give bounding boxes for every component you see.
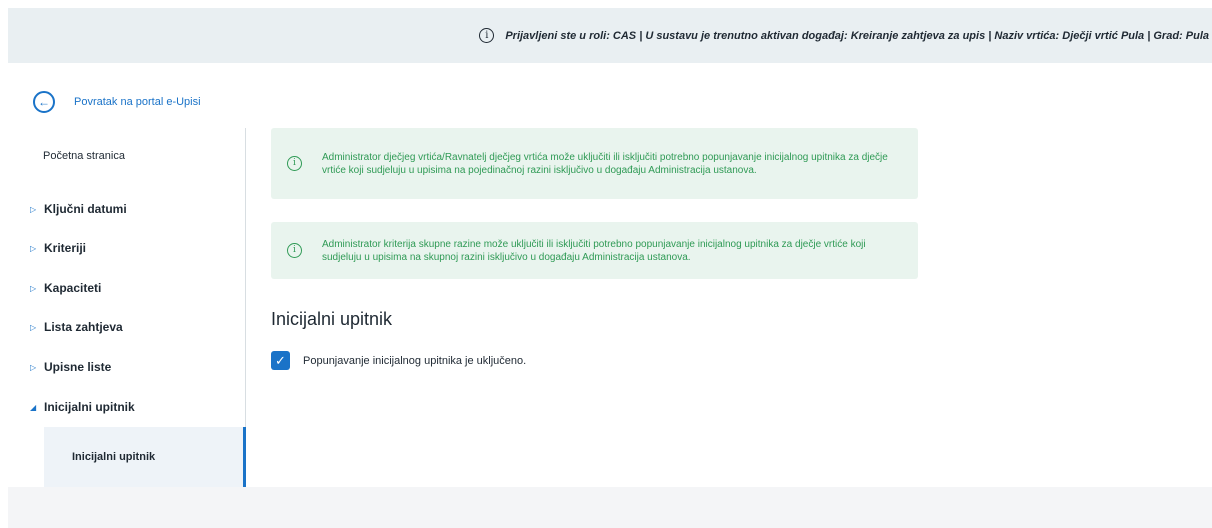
notice-text: Administrator dječjeg vrtića/Ravnatelj d… [322,151,888,176]
sidebar-subitem-initial-questionnaire[interactable]: Inicijalni upitnik [44,427,246,487]
info-notice-individual: i Administrator dječjeg vrtića/Ravnatelj… [271,128,918,199]
sidebar-item-key-dates[interactable]: ▷ Ključni datumi [8,202,244,216]
sidebar-nav: Početna stranica ▷ Ključni datumi ▷ Krit… [8,128,246,487]
footer [8,487,1212,528]
back-to-portal-link[interactable]: ← Povratak na portal e-Upisi [33,91,201,113]
sidebar-item-label[interactable]: Kapaciteti [44,281,101,295]
sidebar-item-label[interactable]: Kriteriji [44,241,86,255]
caret-down-icon: ◢ [30,402,37,412]
caret-right-icon: ▷ [30,204,37,214]
sidebar-item-home[interactable]: Početna stranica [43,150,279,162]
info-notice-group: i Administrator kriterija skupne razine … [271,222,918,279]
page-title: Inicijalni upitnik [271,309,393,329]
back-link-label[interactable]: Povratak na portal e-Upisi [74,96,201,108]
info-icon: i [287,243,302,258]
arrow-left-icon[interactable]: ← [33,91,55,113]
sidebar-item-capacities[interactable]: ▷ Kapaciteti [8,281,244,295]
sidebar-item-request-list[interactable]: ▷ Lista zahtjeva [8,320,244,334]
sidebar-item-enrollment-lists[interactable]: ▷ Upisne liste [8,360,244,374]
top-info-bar: i Prijavljeni ste u roli: CAS | U sustav… [8,8,1212,63]
sidebar-item-label[interactable]: Početna stranica [43,150,125,162]
sidebar-subitem-label[interactable]: Inicijalni upitnik [72,451,155,463]
info-icon: i [479,28,495,43]
notice-text: Administrator kriterija skupne razine mo… [322,238,866,263]
sidebar-item-label[interactable]: Inicijalni upitnik [44,400,135,414]
session-status-text: Prijavljeni ste u roli: CAS | U sustavu … [505,29,1209,42]
sidebar-item-label[interactable]: Upisne liste [44,360,111,374]
info-icon: i [287,156,302,171]
caret-right-icon: ▷ [30,243,37,253]
sidebar-item-label[interactable]: Ključni datumi [44,202,127,216]
questionnaire-toggle-row: ✓ Popunjavanje inicijalnog upitnika je u… [271,351,526,370]
caret-right-icon: ▷ [30,322,37,332]
sidebar-item-label[interactable]: Lista zahtjeva [44,320,123,334]
sidebar-item-initial-questionnaire[interactable]: ◢ Inicijalni upitnik [8,400,244,414]
questionnaire-enabled-checkbox[interactable]: ✓ [271,351,290,370]
caret-right-icon: ▷ [30,283,37,293]
checkbox-label[interactable]: Popunjavanje inicijalnog upitnika je ukl… [303,355,526,367]
caret-right-icon: ▷ [30,362,37,372]
sidebar-item-criteria[interactable]: ▷ Kriteriji [8,241,244,255]
